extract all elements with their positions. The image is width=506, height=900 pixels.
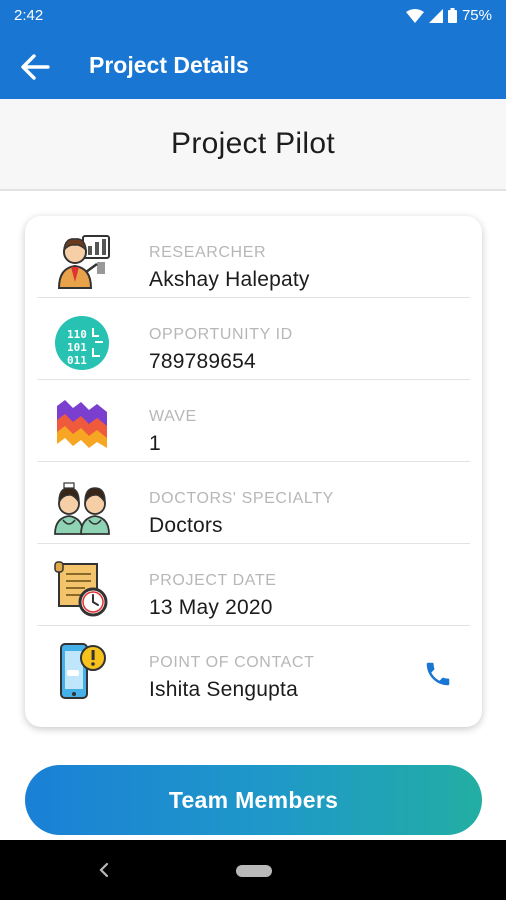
detail-row-researcher: RESEARCHER Akshay Halepaty	[37, 216, 470, 298]
project-title: Project Pilot	[171, 127, 335, 160]
status-bar: 2:42 75%	[0, 0, 506, 33]
team-members-button[interactable]: Team Members	[25, 765, 482, 835]
doctors-specialty-value: Doctors	[149, 514, 223, 537]
app-bar-title: Project Details	[89, 52, 249, 78]
status-time: 2:42	[14, 7, 44, 24]
wave-chart-icon	[57, 400, 107, 448]
app-bar: Project Details	[0, 33, 506, 99]
status-icons: 75%	[405, 7, 492, 24]
wave-label: WAVE	[149, 408, 197, 425]
project-date-label: PROJECT DATE	[149, 572, 277, 589]
doctors-specialty-label: DOCTORS' SPECIALTY	[149, 490, 334, 507]
battery-icon	[447, 8, 457, 23]
scroll-clock-icon	[54, 561, 108, 617]
detail-row-opportunity-id: 110 101 011 OPPORTUNITY ID 789789654	[37, 298, 470, 380]
arrow-left-icon	[21, 54, 50, 80]
opportunity-id-value: 789789654	[149, 350, 256, 373]
opportunity-id-label: OPPORTUNITY ID	[149, 326, 293, 343]
signal-icon	[428, 8, 443, 23]
call-button[interactable]	[420, 656, 456, 692]
svg-text:110: 110	[67, 328, 87, 341]
researcher-icon	[57, 235, 110, 289]
nav-back-icon[interactable]	[96, 859, 112, 881]
project-date-value: 13 May 2020	[149, 596, 273, 619]
project-header: Project Pilot	[0, 99, 506, 191]
phone-alert-icon	[60, 643, 106, 699]
phone-icon	[426, 662, 450, 686]
system-nav-bar	[0, 840, 506, 900]
binary-code-icon: 110 101 011	[55, 316, 109, 370]
detail-row-project-date: PROJECT DATE 13 May 2020	[37, 544, 470, 626]
project-details-card: RESEARCHER Akshay Halepaty 110 101 011 O…	[25, 216, 482, 727]
svg-text:101: 101	[67, 341, 87, 354]
researcher-label: RESEARCHER	[149, 244, 267, 261]
svg-text:011: 011	[67, 354, 87, 367]
doctors-icon	[54, 482, 110, 535]
detail-row-point-of-contact: POINT OF CONTACT Ishita Sengupta	[37, 626, 470, 727]
researcher-value: Akshay Halepaty	[149, 268, 310, 291]
point-of-contact-label: POINT OF CONTACT	[149, 654, 315, 671]
nav-home-pill[interactable]	[236, 865, 272, 877]
battery-level: 75%	[461, 7, 492, 24]
wifi-icon	[405, 8, 424, 23]
detail-row-wave: WAVE 1	[37, 380, 470, 462]
back-button[interactable]	[14, 46, 56, 88]
wave-value: 1	[149, 432, 161, 455]
point-of-contact-value: Ishita Sengupta	[149, 678, 298, 701]
detail-row-doctors-specialty: DOCTORS' SPECIALTY Doctors	[37, 462, 470, 544]
